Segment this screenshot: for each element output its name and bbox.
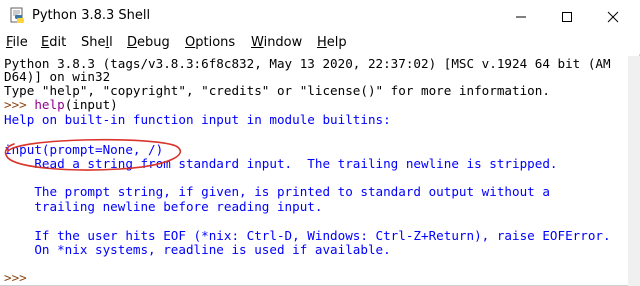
vertical-scrollbar[interactable] [628, 56, 640, 286]
command-args: (input) [64, 97, 118, 112]
help-doc-line-4: If the user hits EOF (*nix: Ctrl-D, Wind… [4, 228, 611, 243]
menu-window[interactable]: Window [251, 35, 302, 50]
help-doc-line-5: On *nix systems, readline is used if ava… [4, 242, 391, 257]
python-idle-icon [8, 7, 26, 25]
maximize-icon [562, 12, 572, 22]
title-bar[interactable]: Python 3.8.3 Shell [0, 0, 640, 34]
menu-edit[interactable]: Edit [41, 35, 66, 50]
menu-file[interactable]: File [6, 35, 28, 50]
idle-shell-window: Python 3.8.3 Shell File Edit Shell Debug… [0, 0, 640, 286]
close-button[interactable] [590, 0, 636, 34]
command-line: >>> help(input) [4, 98, 118, 111]
shell-prompt: >>> [4, 97, 35, 112]
command-function: help [34, 97, 65, 112]
help-doc-line-3: trailing newline before reading input. [4, 199, 323, 214]
menu-options[interactable]: Options [185, 35, 235, 50]
close-icon [607, 11, 619, 23]
minimize-button[interactable] [498, 0, 544, 34]
menu-shell[interactable]: Shell [81, 35, 113, 50]
help-doc-line-1: Read a string from standard input. The t… [4, 156, 558, 171]
menu-bar: File Edit Shell Debug Options Window Hel… [0, 34, 640, 54]
shell-prompt-current: >>> [4, 270, 35, 285]
banner-line-2: D64)] on win32 [4, 69, 111, 84]
maximize-button[interactable] [544, 0, 590, 34]
shell-text-area[interactable]: Python 3.8.3 (tags/v3.8.3:6f8c832, May 1… [0, 56, 628, 286]
banner-line-3: Type "help", "copyright", "credits" or "… [4, 83, 550, 98]
menu-debug[interactable]: Debug [127, 35, 170, 50]
help-doc-line-2: The prompt string, if given, is printed … [4, 184, 550, 199]
help-header: Help on built-in function input in modul… [4, 112, 391, 127]
window-title: Python 3.8.3 Shell [32, 8, 151, 23]
menu-help[interactable]: Help [317, 35, 347, 50]
help-signature: input(prompt=None, /) [4, 142, 164, 157]
minimize-icon [516, 16, 526, 18]
